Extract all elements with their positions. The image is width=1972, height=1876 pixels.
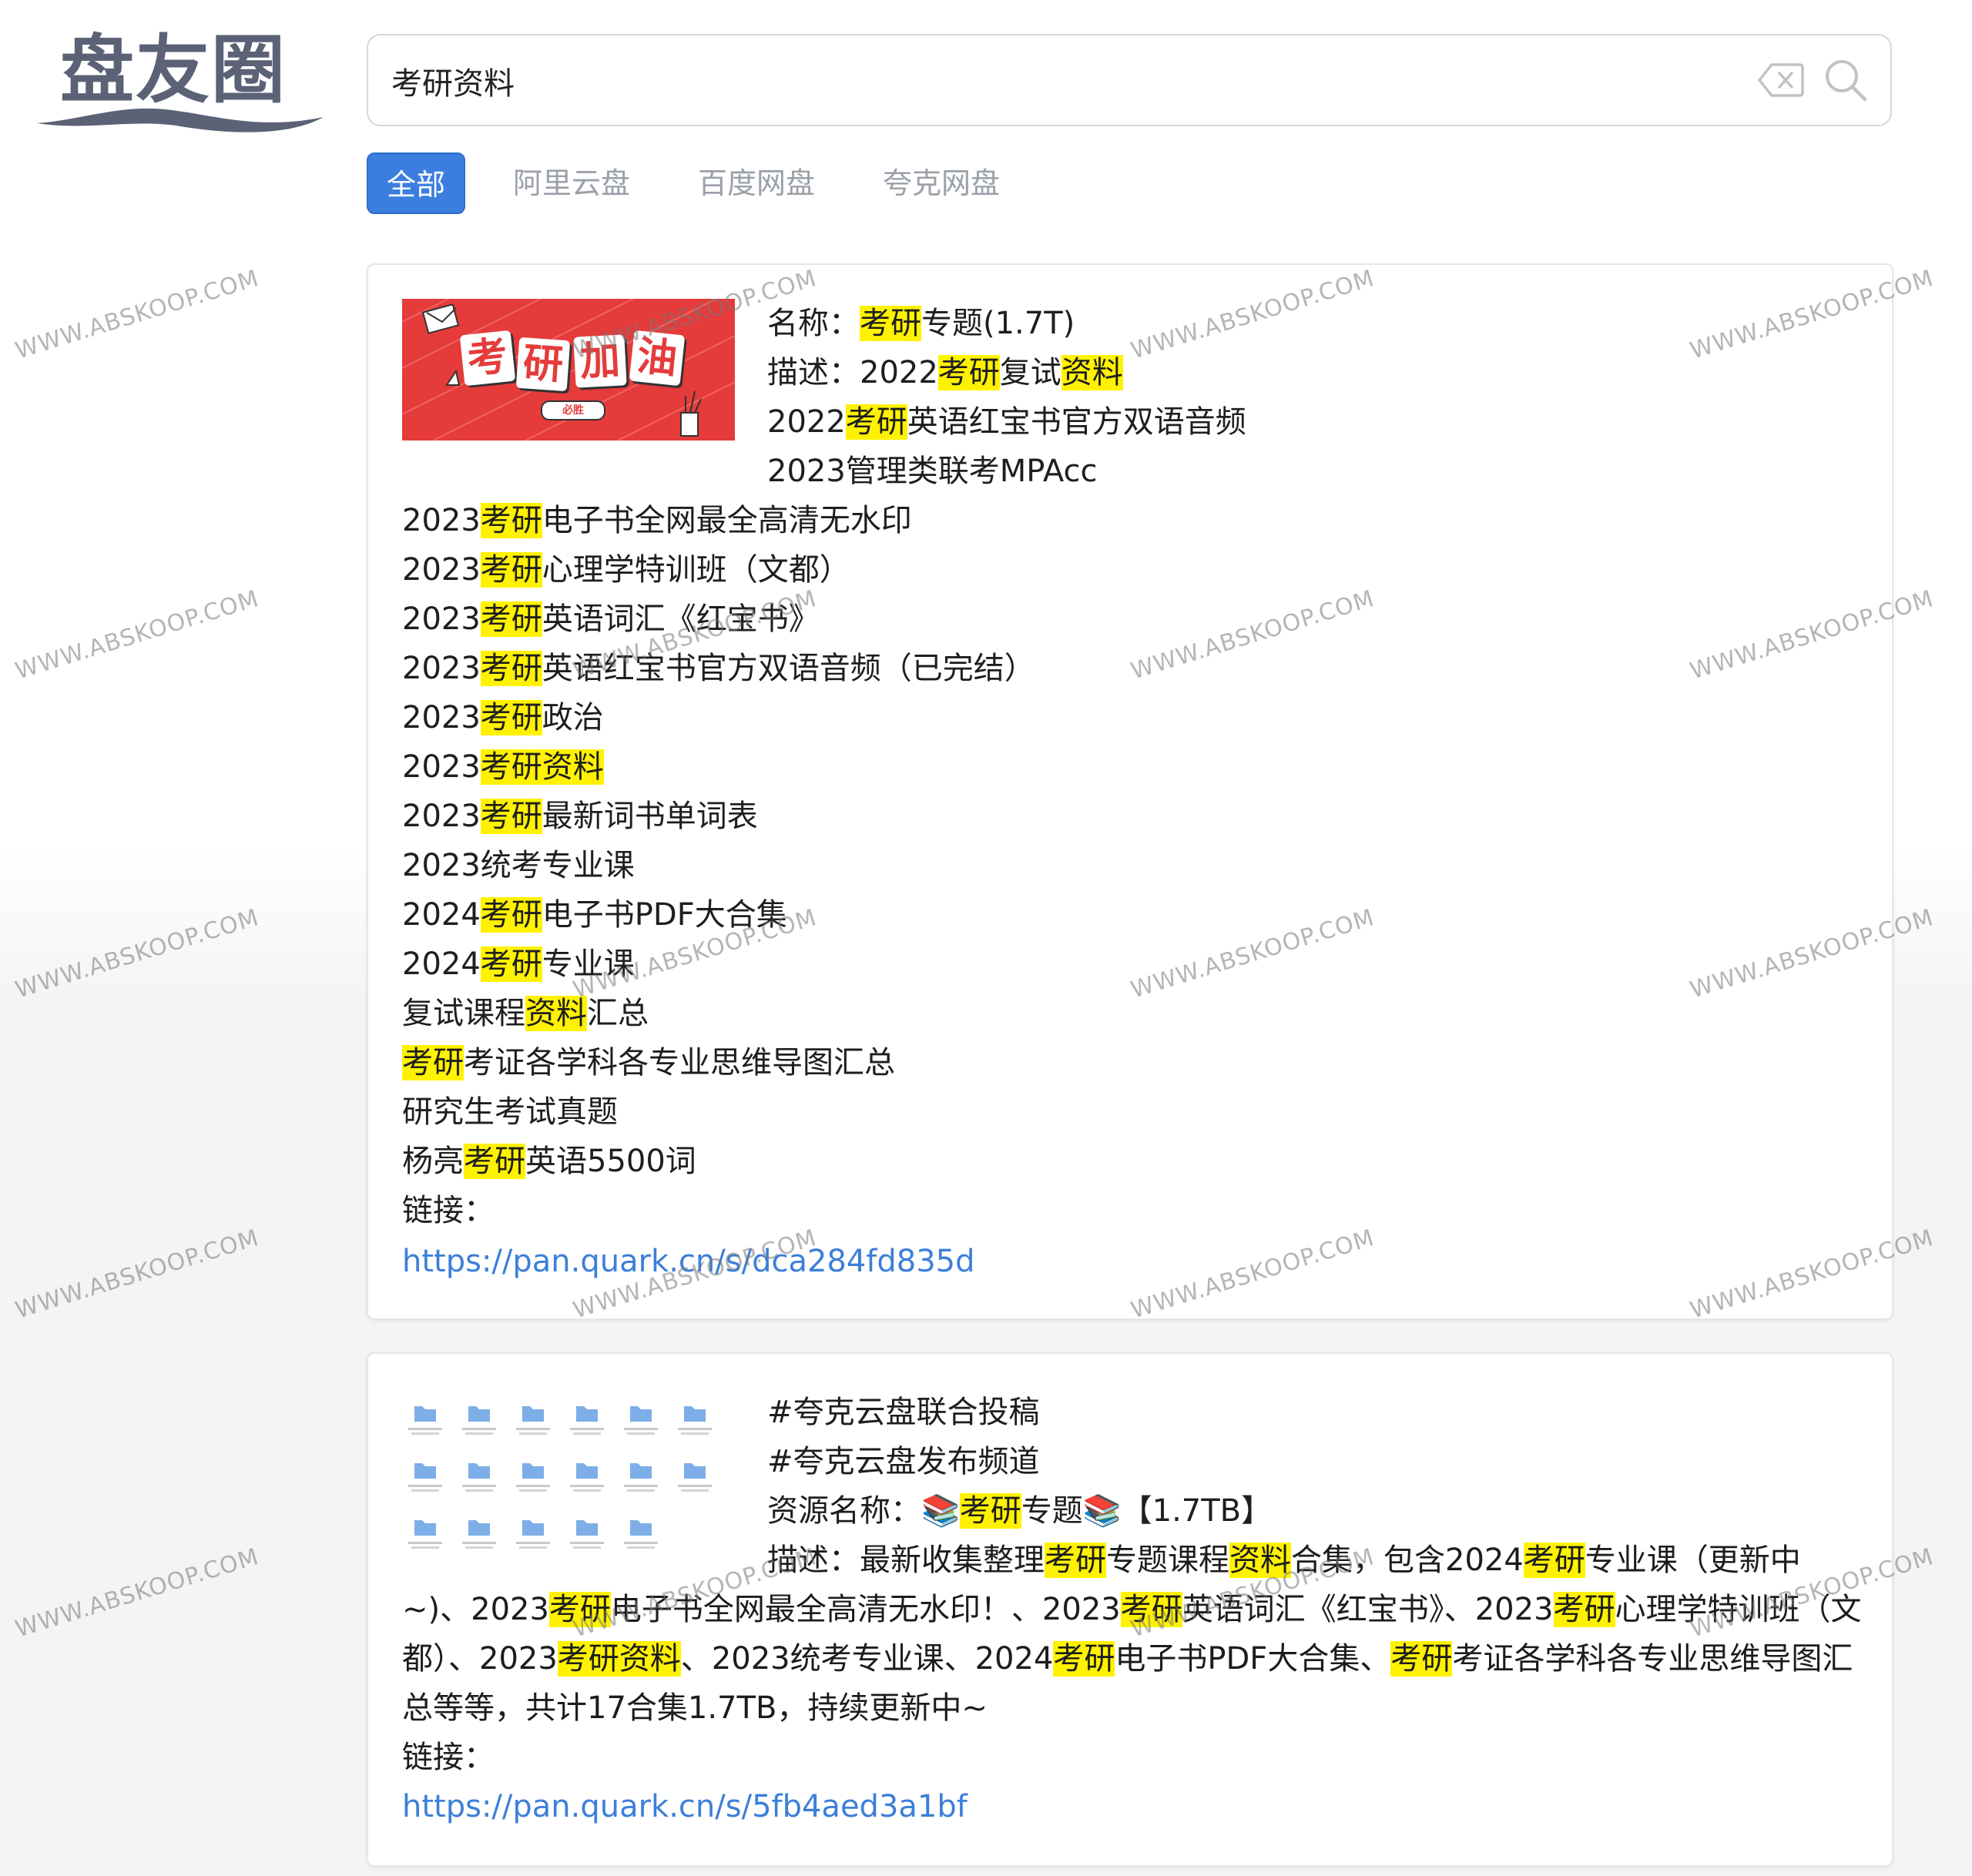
text-segment: 名称：: [767, 306, 860, 341]
tab-all[interactable]: 全部: [367, 152, 466, 214]
keyword-highlight: 考研: [937, 355, 1000, 390]
text-segment: 2023管理类联考MPAcc: [767, 454, 1098, 489]
text-segment: 2024: [402, 946, 481, 982]
result-line: 2023考研电子书全网最全高清无水印: [402, 496, 1861, 545]
text-segment: 2023: [402, 601, 481, 637]
text-segment: 2023: [402, 503, 481, 538]
result-line: 杨亮考研英语5500词: [402, 1137, 1861, 1186]
result-line: 2023统考专业课: [402, 841, 1861, 890]
keyword-highlight: 考研: [1523, 1543, 1585, 1578]
keyword-highlight: 考研: [1390, 1641, 1453, 1677]
keyword-highlight: 考研: [480, 799, 542, 834]
keyword-highlight: 考研: [959, 1493, 1021, 1529]
result-line: 2023管理类联考MPAcc: [402, 447, 1861, 496]
tab-baidu[interactable]: 百度网盘: [698, 152, 815, 214]
result-line: 资源名称：📚考研专题📚【1.7TB】: [402, 1486, 1861, 1536]
text-segment: 2023: [402, 700, 481, 735]
keyword-highlight: 考研: [480, 601, 542, 637]
text-segment: #夸克云盘联合投稿: [767, 1395, 1040, 1430]
result-card: 考 研 加 油 必胜 名称：考研专题(1.7T) 描述：2022考研复试资料 202…: [367, 263, 1893, 1320]
text-segment: 2023: [402, 552, 481, 588]
text-segment: 描述：2022: [767, 355, 938, 390]
text-segment: 2023: [402, 749, 481, 785]
result-line: 描述：2022考研复试资料: [402, 348, 1861, 397]
text-segment: 、2023统考专业课、2024: [680, 1641, 1054, 1677]
text-segment: 专题课程: [1106, 1543, 1229, 1578]
keyword-highlight: 考研: [464, 1144, 525, 1179]
result-line: 2022考研英语红宝书官方双语音频: [402, 397, 1861, 447]
keyword-highlight: 考研: [1045, 1543, 1106, 1578]
keyword-highlight: 考研: [480, 946, 542, 982]
text-segment: 英语红宝书官方双语音频: [907, 404, 1246, 440]
result-line: 研究生考试真题: [402, 1087, 1861, 1137]
result-line: 复试课程资料汇总: [402, 989, 1861, 1038]
text-segment: 英语5500词: [525, 1144, 696, 1179]
text-segment: 2023: [402, 799, 481, 834]
text-segment: 专题(1.7T): [921, 306, 1075, 341]
result-text: 名称：考研专题(1.7T) 描述：2022考研复试资料 2022考研英语红宝书官方双…: [402, 299, 1861, 1235]
watermark-text: WWW.ABSKOOP.COM: [12, 1224, 263, 1325]
watermark-text: WWW.ABSKOOP.COM: [12, 903, 263, 1004]
text-segment: 研究生考试真题: [402, 1094, 618, 1130]
watermark-text: WWW.ABSKOOP.COM: [12, 264, 263, 365]
text-segment: 杨亮: [402, 1144, 464, 1179]
keyword-highlight: 考研资料: [480, 749, 604, 785]
keyword-highlight: 考研: [480, 552, 542, 588]
keyword-highlight: 考研: [402, 1045, 464, 1080]
text-segment: 复试课程: [402, 996, 525, 1031]
result-link[interactable]: https://pan.quark.cn/s/5fb4aed3a1bf: [402, 1789, 968, 1824]
keyword-highlight: 考研: [480, 897, 542, 933]
text-segment: 电子书全网最全高清无水印: [542, 503, 912, 538]
result-line: #夸克云盘发布频道: [402, 1437, 1861, 1486]
search-bar: [367, 34, 1892, 126]
site-logo[interactable]: 盘友圈: [34, 23, 327, 132]
text-segment: 资源名称：📚: [767, 1493, 960, 1529]
keyword-highlight: 考研: [1553, 1592, 1615, 1627]
search-icon[interactable]: [1823, 57, 1869, 103]
result-line: 链接：: [402, 1186, 1861, 1235]
result-line: 2024考研电子书PDF大合集: [402, 890, 1861, 940]
text-segment: 2023统考专业课: [402, 848, 635, 883]
search-input[interactable]: [390, 35, 1702, 126]
logo-wave-icon: [37, 108, 324, 132]
tab-quark[interactable]: 夸克网盘: [883, 152, 1000, 214]
keyword-highlight: 考研资料: [557, 1641, 681, 1677]
watermark-text: WWW.ABSKOOP.COM: [12, 1543, 263, 1643]
keyword-highlight: 考研: [1053, 1641, 1115, 1677]
text-segment: 考证各学科各专业思维导图汇总: [464, 1045, 895, 1080]
tab-aliyun[interactable]: 阿里云盘: [513, 152, 630, 214]
text-segment: 2023: [402, 651, 481, 686]
text-segment: 最新词书单词表: [542, 799, 758, 834]
text-segment: #夸克云盘发布频道: [767, 1444, 1040, 1479]
keyword-highlight: 考研: [480, 700, 542, 735]
text-segment: 心理学特训班（文都）: [542, 552, 850, 588]
result-line: 2023考研资料: [402, 742, 1861, 792]
text-segment: 复试: [999, 355, 1061, 390]
text-segment: 电子书PDF大合集、: [1115, 1641, 1391, 1677]
text-segment: 链接：: [402, 1193, 495, 1228]
result-link-row: https://pan.quark.cn/s/5fb4aed3a1bf: [402, 1782, 968, 1831]
result-line: 2023考研英语词汇《红宝书》: [402, 595, 1861, 644]
keyword-highlight: 考研: [480, 503, 542, 538]
clear-icon[interactable]: [1758, 62, 1804, 99]
result-line: 2023考研心理学特训班（文都）: [402, 545, 1861, 595]
result-line: #夸克云盘联合投稿: [402, 1388, 1861, 1437]
watermark-text: WWW.ABSKOOP.COM: [12, 585, 263, 685]
text-segment: 2022: [767, 404, 846, 440]
result-line: 2023考研最新词书单词表: [402, 792, 1861, 841]
result-link-label: 链接：: [402, 1740, 495, 1775]
keyword-highlight: 考研: [845, 404, 907, 440]
keyword-highlight: 考研: [860, 306, 921, 341]
text-segment: 2024: [402, 897, 481, 933]
text-segment: 专题📚【1.7TB】: [1021, 1493, 1273, 1529]
text-segment: 汇总: [587, 996, 649, 1031]
result-text: #夸克云盘联合投稿 #夸克云盘发布频道 资源名称：📚考研专题📚【1.7TB】: [402, 1388, 1861, 1536]
keyword-highlight: 资料: [1061, 355, 1123, 390]
result-line: 2023考研政治: [402, 693, 1861, 742]
result-line: 考研考证各学科各专业思维导图汇总: [402, 1038, 1861, 1087]
text-segment: 政治: [542, 700, 604, 735]
keyword-highlight: 考研: [480, 651, 542, 686]
